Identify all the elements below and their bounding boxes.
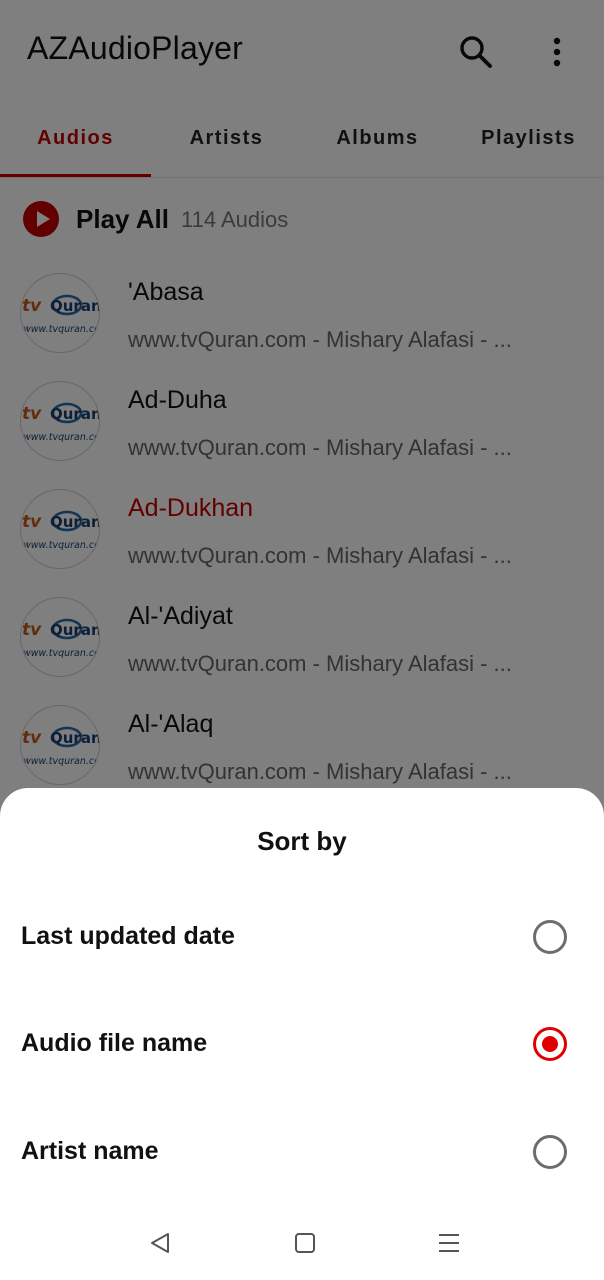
nav-menu-button[interactable]	[429, 1226, 469, 1260]
sheet-title: Sort by	[257, 826, 347, 856]
sort-option-audio-file-name[interactable]: Audio file name	[0, 1005, 604, 1085]
sort-bottom-sheet: Sort by Last updated date Audio file nam…	[0, 788, 604, 1280]
radio-unchecked[interactable]	[533, 1135, 567, 1169]
sort-option-label: Last updated date	[21, 922, 235, 950]
nav-home-button[interactable]	[285, 1226, 325, 1260]
app-root: AZAudioPlayer Audios Artists Albums Play…	[0, 0, 604, 1280]
radio-unchecked[interactable]	[533, 920, 567, 954]
back-triangle-icon	[151, 1233, 169, 1253]
sort-option-last-updated[interactable]: Last updated date	[0, 898, 604, 978]
system-nav-bar	[0, 1210, 604, 1280]
sort-option-label: Artist name	[21, 1137, 159, 1165]
menu-lines-icon	[439, 1234, 459, 1252]
sort-option-artist-name[interactable]: Artist name	[0, 1113, 604, 1193]
radio-checked[interactable]	[533, 1027, 567, 1061]
sort-option-label: Audio file name	[21, 1029, 208, 1057]
nav-back-button[interactable]	[140, 1226, 180, 1260]
home-square-icon	[295, 1233, 315, 1253]
